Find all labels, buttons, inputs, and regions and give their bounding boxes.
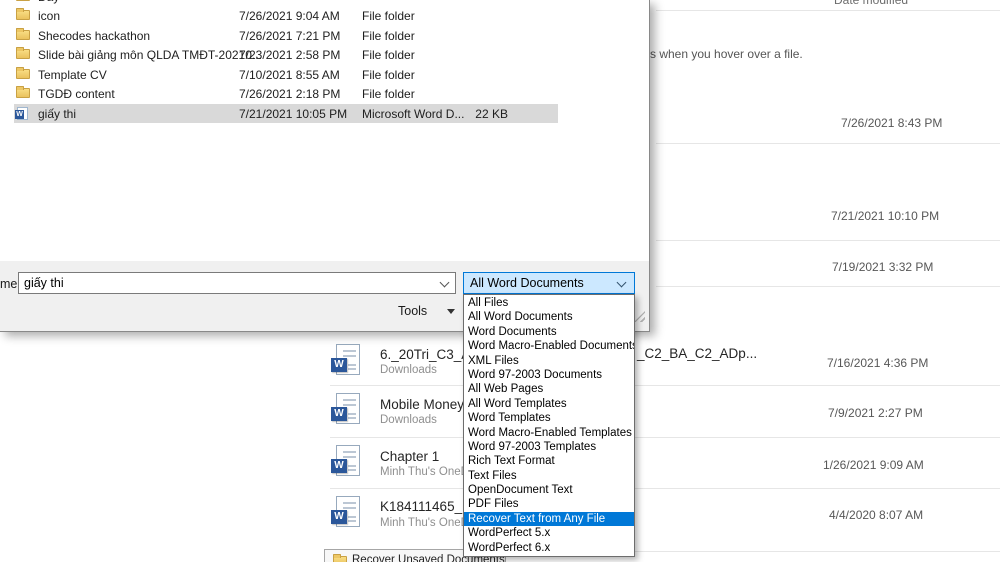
recent-file-name-continuation: _C2_BA_C2_ADp... — [637, 346, 757, 361]
recent-file-location: Minh Thu's OneD — [380, 466, 469, 478]
file-date-cell: 7/26/2021 7:21 PM — [239, 29, 340, 43]
recent-file-location: Minh Thu's OneD — [380, 517, 469, 529]
dropdown-item[interactable]: Word Templates — [464, 411, 634, 425]
dropdown-item[interactable]: Rich Text Format — [464, 454, 634, 468]
file-date-cell: 7/26/2021 2:18 PM — [239, 87, 340, 101]
dropdown-item-highlighted[interactable]: Recover Text from Any File — [464, 512, 634, 526]
word-document-icon: W — [336, 496, 360, 527]
file-type-cell: File folder — [362, 29, 415, 43]
dropdown-item[interactable]: Word 97-2003 Documents — [464, 368, 634, 382]
word-document-icon: W — [336, 393, 360, 424]
tools-label: Tools — [398, 304, 427, 318]
recent-file-name: Chapter 1 — [380, 449, 439, 464]
dropdown-item[interactable]: OpenDocument Text — [464, 483, 634, 497]
word-document-icon — [17, 107, 28, 120]
recent-file-date: 1/26/2021 9:09 AM — [823, 458, 924, 472]
file-row[interactable]: icon 7/26/2021 9:04 AM File folder — [0, 6, 649, 25]
file-type-dropdown-list: All Files All Word Documents Word Docume… — [463, 294, 635, 557]
row-divider — [656, 286, 1000, 287]
file-name-cell: Slide bài giảng môn QLDA TMĐT-20210... — [38, 48, 262, 62]
dialog-file-list[interactable]: Day icon 7/26/2021 9:04 AM File folder S… — [0, 0, 649, 261]
dropdown-item[interactable]: Word Macro-Enabled Documents — [464, 339, 634, 353]
file-date-cell: 7/10/2021 8:55 AM — [239, 68, 340, 82]
open-dialog: Day icon 7/26/2021 9:04 AM File folder S… — [0, 0, 650, 332]
folder-row-date: 7/21/2021 10:10 PM — [831, 209, 939, 223]
file-date-cell: 7/26/2021 9:04 AM — [239, 9, 340, 23]
file-row[interactable]: Shecodes hackathon 7/26/2021 7:21 PM Fil… — [0, 26, 649, 45]
dropdown-item[interactable]: XML Files — [464, 354, 634, 368]
file-type-cell: File folder — [362, 87, 415, 101]
recent-file-row[interactable]: W Chapter 1 Minh Thu's OneD 1/26/2021 9:… — [330, 437, 1000, 487]
word-document-icon: W — [336, 445, 360, 476]
file-type-cell: File folder — [362, 68, 415, 82]
folder-icon — [16, 0, 30, 1]
file-row[interactable]: TGDĐ content 7/26/2021 2:18 PM File fold… — [0, 84, 649, 103]
folder-icon — [16, 49, 30, 59]
recent-file-name: K184111465_ — [380, 499, 462, 514]
recent-file-row[interactable]: W K184111465_ Minh Thu's OneD 4/4/2020 8… — [330, 488, 1000, 538]
dropdown-item[interactable]: WordPerfect 6.x — [464, 541, 634, 555]
file-name-input[interactable] — [18, 272, 456, 294]
folder-icon — [333, 556, 347, 562]
recent-file-location: Downloads — [380, 414, 437, 426]
folder-icon — [16, 69, 30, 79]
hover-hint-text: s when you hover over a file. — [650, 47, 803, 61]
dropdown-item[interactable]: All Files — [464, 296, 634, 310]
file-size-cell: 22 KB — [448, 107, 508, 121]
file-name-cell: Day — [38, 0, 59, 4]
dropdown-item[interactable]: All Word Documents — [464, 310, 634, 324]
file-row[interactable]: Template CV 7/10/2021 8:55 AM File folde… — [0, 65, 649, 84]
recent-file-date: 7/9/2021 2:27 PM — [828, 406, 923, 420]
row-divider — [656, 10, 1000, 11]
file-row[interactable]: Slide bài giảng môn QLDA TMĐT-20210... 7… — [0, 45, 649, 64]
chevron-down-icon — [617, 278, 627, 288]
file-type-combobox[interactable]: All Word Documents — [463, 272, 635, 294]
dropdown-item[interactable]: WordPerfect 5.x — [464, 526, 634, 540]
folder-icon — [16, 30, 30, 40]
file-row-selected[interactable]: giấy thi 7/21/2021 10:05 PM Microsoft Wo… — [0, 104, 649, 123]
file-name-cell: TGDĐ content — [38, 87, 115, 101]
screen: Date modified s when you hover over a fi… — [0, 0, 1000, 562]
dropdown-arrow-icon — [447, 309, 455, 314]
dropdown-item[interactable]: PDF Files — [464, 497, 634, 511]
recent-file-date: 4/4/2020 8:07 AM — [829, 508, 923, 522]
recent-file-row[interactable]: W Mobile Money Downloads 7/9/2021 2:27 P… — [330, 386, 1000, 436]
folder-row-date: 7/26/2021 8:43 PM — [841, 116, 942, 130]
word-document-icon: W — [336, 344, 360, 375]
file-date-cell: 7/23/2021 2:58 PM — [239, 48, 340, 62]
file-type-selected-value: All Word Documents — [470, 276, 584, 290]
row-divider — [656, 143, 1000, 144]
folder-icon — [16, 88, 30, 98]
dropdown-item[interactable]: Word 97-2003 Templates — [464, 440, 634, 454]
dropdown-item[interactable]: All Word Templates — [464, 397, 634, 411]
tools-button[interactable]: Tools — [398, 304, 455, 318]
recent-file-location: Downloads — [380, 364, 437, 376]
file-name-cell: Template CV — [38, 68, 107, 82]
file-name-cell: icon — [38, 9, 60, 23]
dropdown-item[interactable]: Text Files — [464, 469, 634, 483]
dropdown-item[interactable]: Word Macro-Enabled Templates — [464, 426, 634, 440]
file-name-cell: Shecodes hackathon — [38, 29, 150, 43]
date-modified-column-header[interactable]: Date modified — [834, 0, 908, 7]
file-type-cell: File folder — [362, 9, 415, 23]
resize-grip[interactable] — [634, 311, 645, 322]
file-name-cell: giấy thi — [38, 107, 76, 121]
folder-icon — [16, 10, 30, 20]
recent-file-name: Mobile Money — [380, 397, 464, 412]
dropdown-item[interactable]: Word Documents — [464, 325, 634, 339]
folder-row-date: 7/19/2021 3:32 PM — [832, 260, 933, 274]
file-type-cell: File folder — [362, 48, 415, 62]
recent-file-date: 7/16/2021 4:36 PM — [827, 356, 928, 370]
dropdown-item[interactable]: All Web Pages — [464, 382, 634, 396]
file-date-cell: 7/21/2021 10:05 PM — [239, 107, 347, 121]
row-divider — [656, 240, 1000, 241]
